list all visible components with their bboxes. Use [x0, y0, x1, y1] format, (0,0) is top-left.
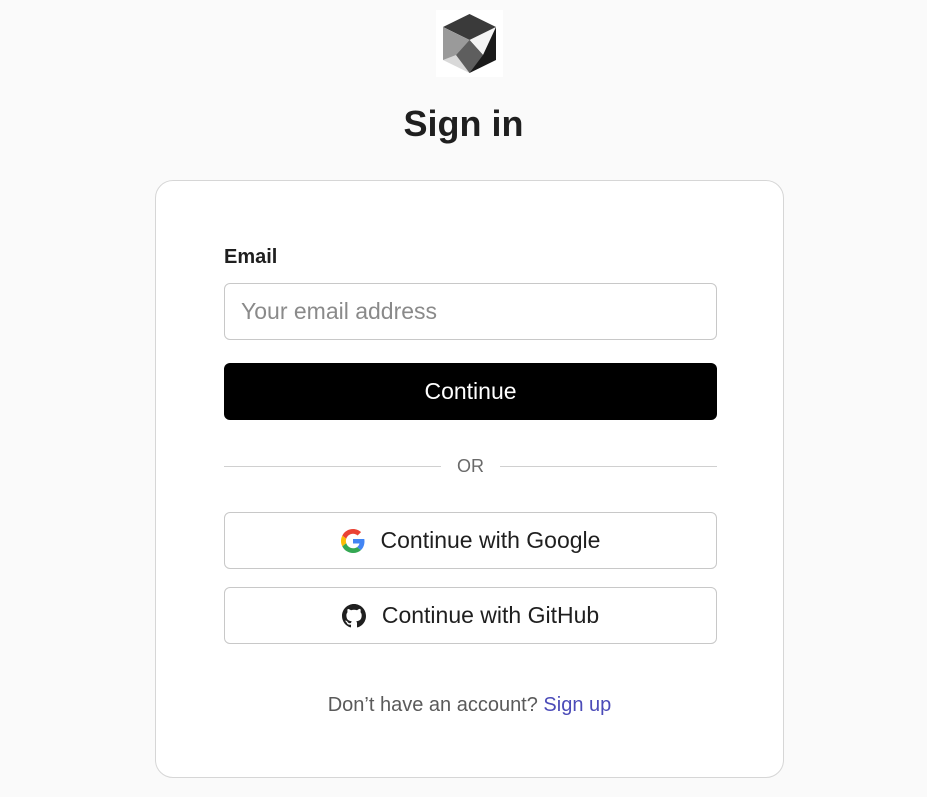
or-divider: OR — [224, 454, 717, 478]
github-button-label: Continue with GitHub — [381, 602, 600, 628]
google-button-label: Continue with Google — [380, 527, 601, 553]
continue-button[interactable]: Continue — [224, 363, 717, 420]
email-label: Email — [224, 246, 278, 268]
continue-with-google-button[interactable]: Continue with Google — [224, 512, 717, 569]
signup-prompt: Don’t have an account? — [327, 694, 544, 716]
divider-line-right — [500, 466, 717, 467]
email-field[interactable] — [224, 283, 717, 340]
continue-with-github-button[interactable]: Continue with GitHub — [224, 587, 717, 644]
cube-logo-icon — [436, 10, 503, 77]
divider-line-left — [224, 466, 441, 467]
signup-row: Don’t have an account? Sign up — [156, 692, 783, 718]
google-icon — [340, 528, 365, 553]
sign-in-page: Sign in Email Continue OR Continue with … — [0, 0, 927, 797]
page-title: Sign in — [403, 103, 524, 144]
sign-up-link[interactable]: Sign up — [543, 694, 611, 716]
sign-in-card: Email Continue OR Continue with Google — [155, 180, 784, 778]
github-icon — [341, 603, 366, 628]
divider-text: OR — [457, 456, 484, 476]
